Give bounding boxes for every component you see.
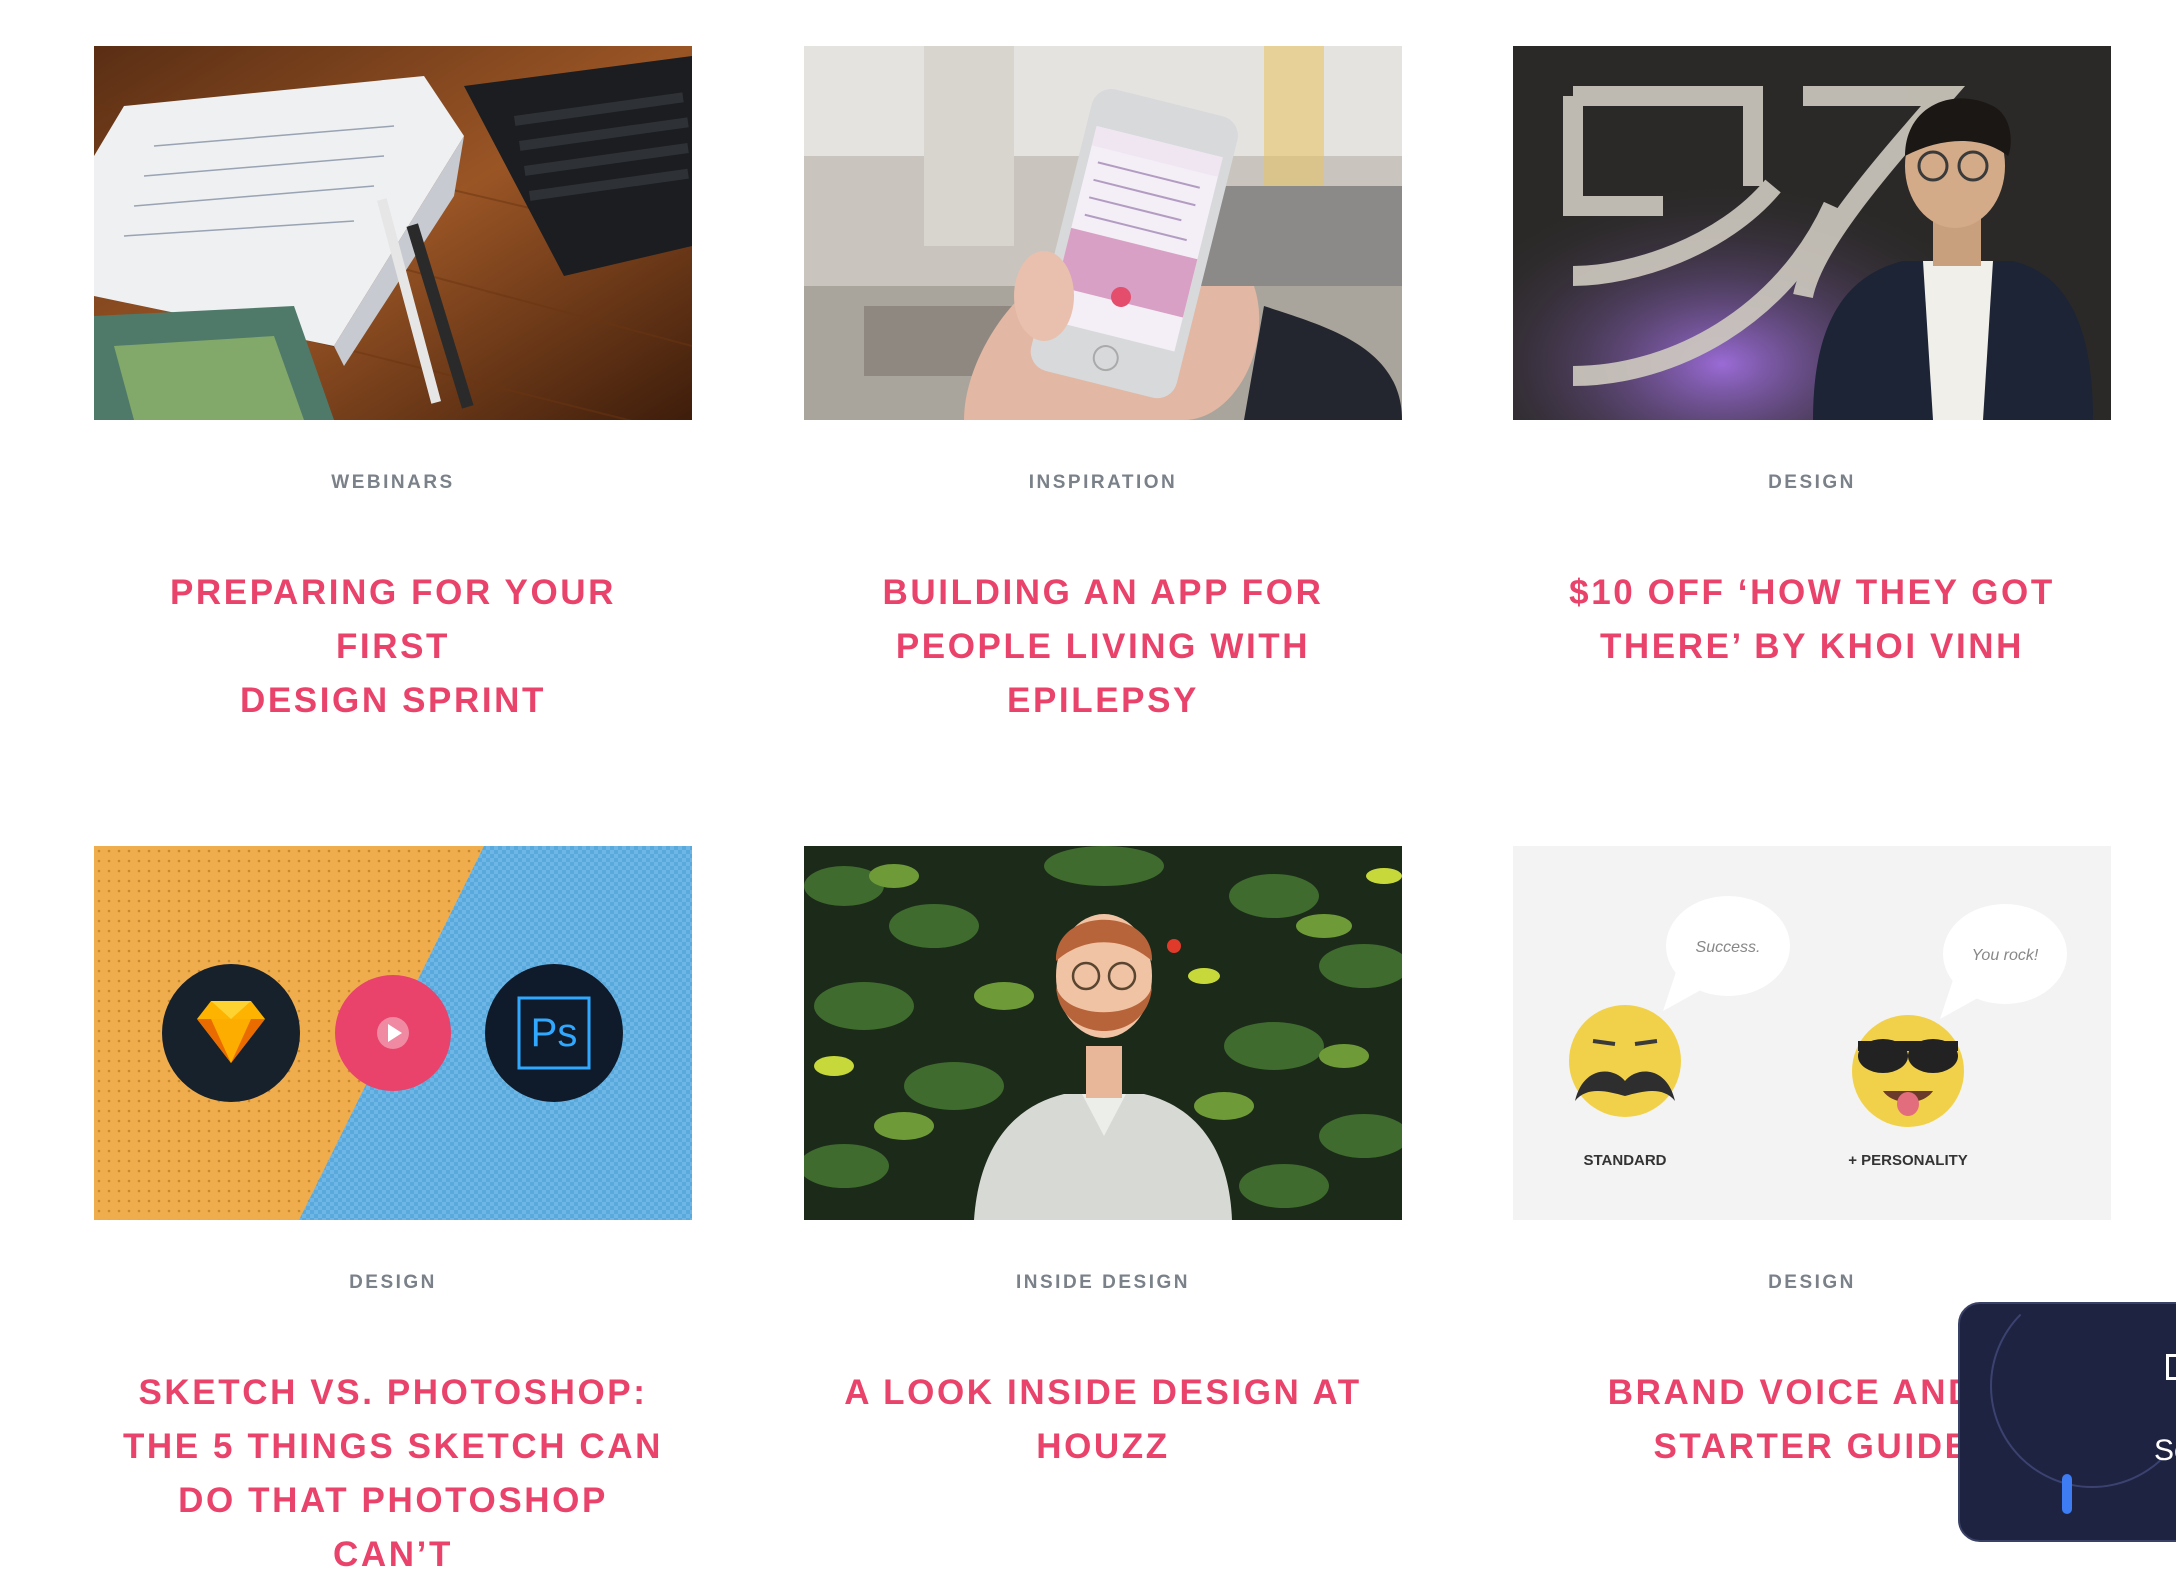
article-category[interactable]: WEBINARS	[94, 472, 692, 494]
article-title[interactable]: $10 OFF ‘HOW THEY GOT THERE’ BY KHOI VIN…	[1533, 566, 2091, 674]
corner-popup-widget[interactable]: Se	[1958, 1302, 2176, 1542]
article-image-brand-voice[interactable]: Success. You rock! STANDARD + PERSONALIT…	[1513, 846, 2111, 1220]
illustration-label: STANDARD	[1583, 1152, 1666, 1169]
speech-bubble-text: Success.	[1696, 939, 1761, 956]
photoshop-logo-text: Ps	[531, 1011, 578, 1055]
popup-text: Se	[2154, 1434, 2176, 1467]
article-title-line: A LOOK INSIDE DESIGN AT	[844, 1373, 1362, 1412]
article-title-line: DO THAT PHOTOSHOP CAN’T	[178, 1481, 608, 1574]
illustration-label: + PERSONALITY	[1848, 1152, 1968, 1169]
article-category[interactable]: INSPIRATION	[804, 472, 1402, 494]
article-image-sketch-vs-photoshop[interactable]: Ps	[94, 846, 692, 1220]
mustache-emoji-icon	[1569, 1005, 1681, 1117]
article-image-speaker[interactable]	[1513, 46, 2111, 420]
decorative-arc	[1990, 1304, 2176, 1488]
article-title[interactable]: PREPARING FOR YOUR FIRST DESIGN SPRINT	[114, 566, 672, 728]
article-title-line: PREPARING FOR YOUR FIRST	[169, 573, 617, 666]
speech-bubble-text: You rock!	[1972, 947, 2039, 964]
article-title[interactable]: SKETCH VS. PHOTOSHOP: THE 5 THINGS SKETC…	[114, 1366, 672, 1582]
article-category[interactable]: DESIGN	[1513, 1272, 2111, 1294]
article-title[interactable]: A LOOK INSIDE DESIGN AT HOUZZ	[824, 1366, 1382, 1474]
article-title[interactable]: BUILDING AN APP FOR PEOPLE LIVING WITH E…	[824, 566, 1382, 728]
article-image-notebook[interactable]	[94, 46, 692, 420]
article-title-line: BUILDING AN APP FOR	[882, 573, 1324, 612]
popup-indicator-bar	[2062, 1474, 2072, 1514]
square-icon	[2166, 1354, 2176, 1380]
article-title-line: EPILEPSY	[1007, 681, 1199, 720]
sunglasses-emoji-icon	[1852, 1015, 1964, 1127]
article-title-line: DESIGN SPRINT	[239, 681, 547, 720]
article-title-line: SKETCH VS. PHOTOSHOP:	[138, 1373, 648, 1412]
article-title-line: HOUZZ	[1036, 1427, 1170, 1466]
article-image-phone[interactable]	[804, 46, 1402, 420]
article-title-line: $10 OFF ‘HOW THEY GOT	[1569, 573, 2055, 612]
article-category[interactable]: INSIDE DESIGN	[804, 1272, 1402, 1294]
article-category[interactable]: DESIGN	[94, 1272, 692, 1294]
article-title-line: THE 5 THINGS SKETCH CAN	[122, 1427, 664, 1466]
article-title-line: THERE’ BY KHOI VINH	[1599, 627, 2025, 666]
article-category[interactable]: DESIGN	[1513, 472, 2111, 494]
article-title-line: PEOPLE LIVING WITH	[895, 627, 1311, 666]
article-image-houzz[interactable]	[804, 846, 1402, 1220]
